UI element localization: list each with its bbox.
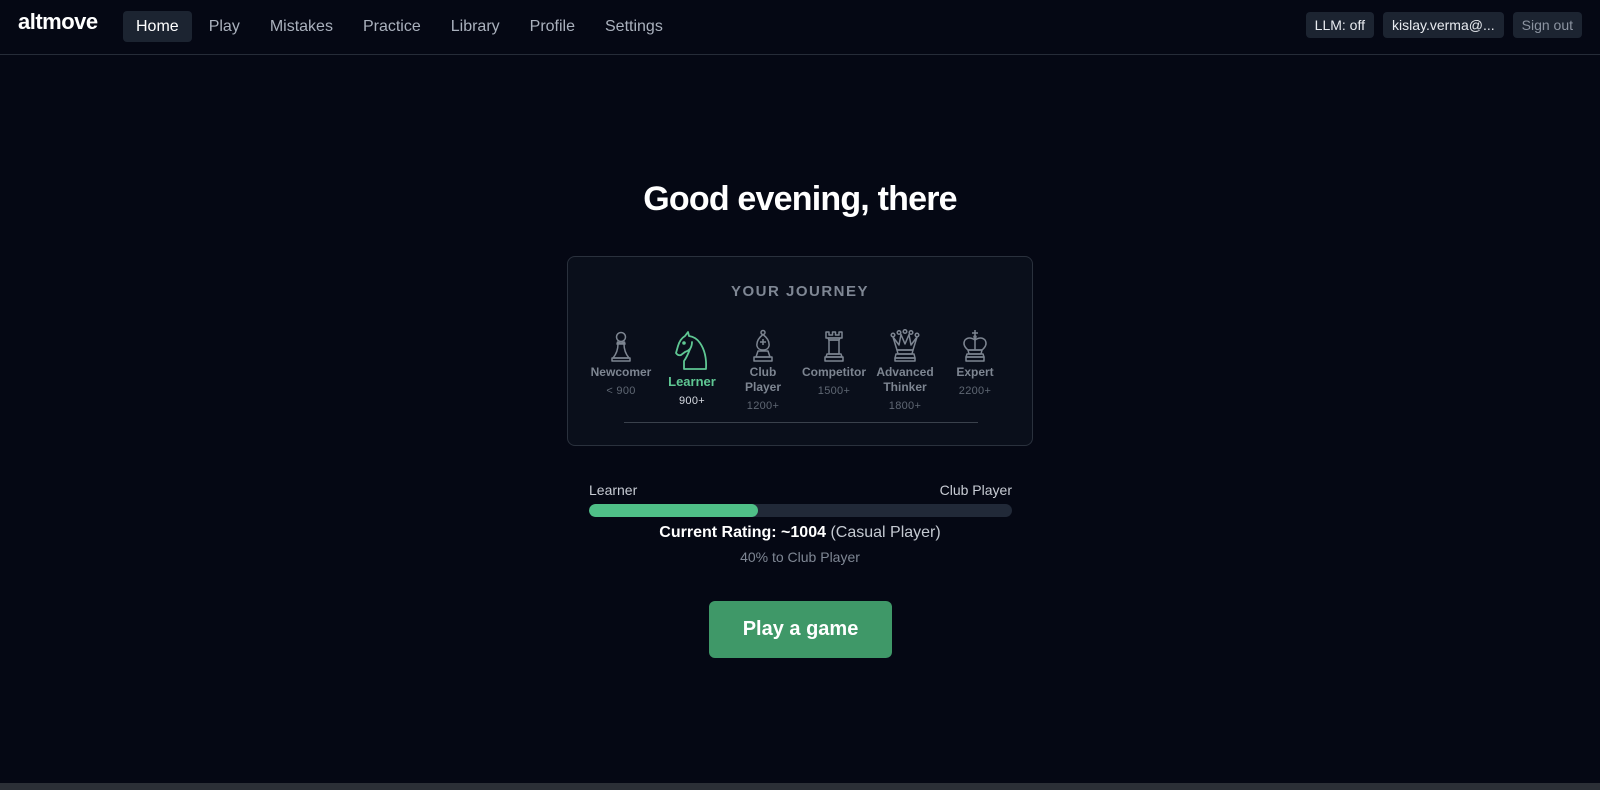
main-nav: Home Play Mistakes Practice Library Prof… <box>123 11 680 42</box>
stage-name: Competitor <box>802 365 866 379</box>
sign-out-button[interactable]: Sign out <box>1512 12 1582 38</box>
journey-stage-competitor: Competitor 1500+ <box>793 329 875 397</box>
bishop-icon <box>753 329 773 362</box>
stage-name: Learner <box>668 374 716 389</box>
progress-to-label: Club Player <box>939 482 1012 498</box>
nav-mistakes[interactable]: Mistakes <box>257 11 346 42</box>
play-game-button[interactable]: Play a game <box>709 601 892 658</box>
nav-practice[interactable]: Practice <box>350 11 434 42</box>
progress-percent-text: 40% to Club Player <box>740 549 860 565</box>
stage-rating: 1800+ <box>888 400 922 412</box>
stage-name: Expert <box>956 365 994 379</box>
stage-rating: < 900 <box>606 385 636 397</box>
user-account-button[interactable]: kislay.verma@... <box>1382 12 1504 38</box>
journey-title: YOUR JOURNEY <box>730 283 870 300</box>
nav-home[interactable]: Home <box>123 11 192 42</box>
greeting-heading: Good evening, there <box>643 180 957 218</box>
llm-status-button[interactable]: LLM: off <box>1305 12 1374 38</box>
progress-from-label: Learner <box>589 482 638 498</box>
knight-icon <box>675 331 708 370</box>
top-nav-bar: altmove Home Play Mistakes Practice Libr… <box>0 0 1600 55</box>
stage-rating: 1500+ <box>817 385 851 397</box>
pawn-icon <box>611 331 631 362</box>
nav-settings[interactable]: Settings <box>592 11 676 42</box>
app-logo[interactable]: altmove <box>18 9 98 35</box>
header-controls: LLM: off kislay.verma@... Sign out <box>1297 12 1582 38</box>
rating-progress: Learner Club Player <box>589 482 1012 517</box>
stage-name: Newcomer <box>590 365 652 379</box>
current-rating-text: Current Rating: ~1004 (Casual Player) <box>0 524 1600 542</box>
stage-rating: 2200+ <box>958 385 992 397</box>
journey-card: YOUR JOURNEY Newcomer < 900 Learner 900+ <box>567 256 1033 446</box>
stage-name: Club Player <box>744 365 782 394</box>
nav-library[interactable]: Library <box>438 11 513 42</box>
journey-stage-learner: Learner 900+ <box>651 329 733 407</box>
rook-icon <box>824 331 844 362</box>
journey-stage-expert: Expert 2200+ <box>934 329 1016 397</box>
journey-stage-newcomer: Newcomer < 900 <box>580 329 662 397</box>
queen-icon <box>890 329 920 362</box>
stage-rating: 1200+ <box>746 400 780 412</box>
window-bottom-edge <box>0 783 1600 790</box>
journey-stage-club-player: Club Player 1200+ <box>722 329 804 412</box>
stage-rating: 900+ <box>679 395 705 407</box>
nav-profile[interactable]: Profile <box>517 11 588 42</box>
king-icon <box>963 330 987 362</box>
journey-divider <box>624 422 978 423</box>
current-rating-value: Current Rating: ~1004 <box>659 524 826 541</box>
progress-fill <box>589 504 759 517</box>
rating-tier: (Casual Player) <box>830 524 941 541</box>
nav-play[interactable]: Play <box>196 11 253 42</box>
progress-track <box>589 504 1012 517</box>
